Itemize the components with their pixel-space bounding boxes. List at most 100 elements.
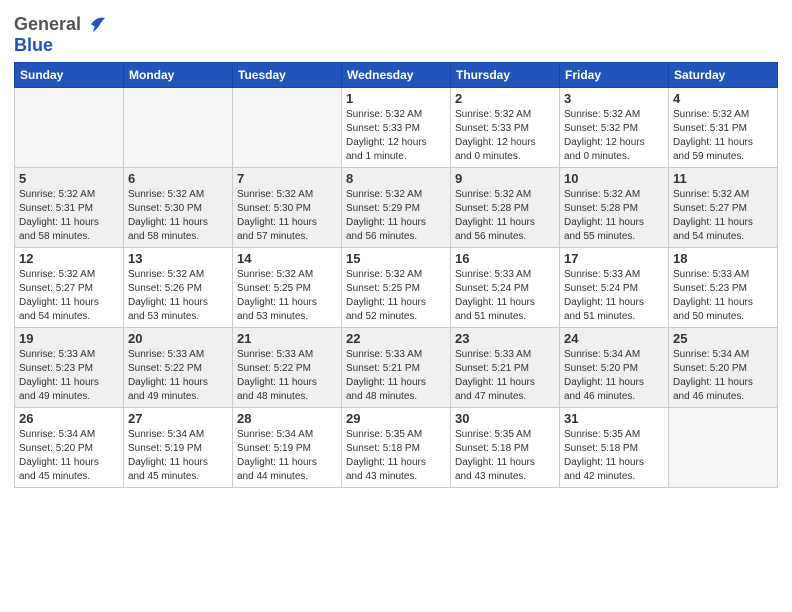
calendar-cell: 1 Sunrise: 5:32 AM Sunset: 5:33 PM Daylig… — [342, 88, 451, 168]
weekday-friday: Friday — [560, 63, 669, 88]
day-info: Sunrise: 5:32 AM Sunset: 5:32 PM Dayligh… — [564, 108, 664, 164]
calendar-cell: 27 Sunrise: 5:34 AM Sunset: 5:19 PM Dayli… — [124, 408, 233, 488]
day-number: 3 — [564, 91, 664, 106]
day-info: Sunrise: 5:32 AM Sunset: 5:30 PM Dayligh… — [128, 188, 228, 244]
weekday-thursday: Thursday — [451, 63, 560, 88]
calendar-cell — [15, 88, 124, 168]
day-info: Sunrise: 5:32 AM Sunset: 5:25 PM Dayligh… — [237, 268, 337, 324]
day-info: Sunrise: 5:33 AM Sunset: 5:22 PM Dayligh… — [237, 348, 337, 404]
day-number: 5 — [19, 171, 119, 186]
day-info: Sunrise: 5:33 AM Sunset: 5:21 PM Dayligh… — [455, 348, 555, 404]
day-number: 19 — [19, 331, 119, 346]
day-info: Sunrise: 5:32 AM Sunset: 5:26 PM Dayligh… — [128, 268, 228, 324]
day-info: Sunrise: 5:35 AM Sunset: 5:18 PM Dayligh… — [564, 428, 664, 484]
day-info: Sunrise: 5:33 AM Sunset: 5:23 PM Dayligh… — [673, 268, 773, 324]
calendar-cell: 10 Sunrise: 5:32 AM Sunset: 5:28 PM Dayli… — [560, 168, 669, 248]
page-container: General Blue SundayMondayTuesdayWednesda… — [0, 0, 792, 494]
day-number: 12 — [19, 251, 119, 266]
day-info: Sunrise: 5:32 AM Sunset: 5:31 PM Dayligh… — [673, 108, 773, 164]
day-info: Sunrise: 5:35 AM Sunset: 5:18 PM Dayligh… — [346, 428, 446, 484]
calendar-cell: 22Sunrise: 5:33 AM Sunset: 5:21 PM Dayli… — [342, 328, 451, 408]
calendar-cell: 5 Sunrise: 5:32 AM Sunset: 5:31 PM Daylig… — [15, 168, 124, 248]
day-number: 4 — [673, 91, 773, 106]
day-info: Sunrise: 5:34 AM Sunset: 5:19 PM Dayligh… — [237, 428, 337, 484]
weekday-sunday: Sunday — [15, 63, 124, 88]
day-number: 15 — [346, 251, 446, 266]
calendar-cell: 3 Sunrise: 5:32 AM Sunset: 5:32 PM Daylig… — [560, 88, 669, 168]
day-number: 13 — [128, 251, 228, 266]
day-number: 8 — [346, 171, 446, 186]
calendar-cell: 16 Sunrise: 5:33 AM Sunset: 5:24 PM Dayli… — [451, 248, 560, 328]
calendar-cell: 15 Sunrise: 5:32 AM Sunset: 5:25 PM Dayli… — [342, 248, 451, 328]
calendar-cell: 28 Sunrise: 5:34 AM Sunset: 5:19 PM Dayli… — [233, 408, 342, 488]
day-number: 6 — [128, 171, 228, 186]
day-number: 21 — [237, 331, 337, 346]
logo-general-text: General — [14, 14, 81, 35]
day-info: Sunrise: 5:34 AM Sunset: 5:20 PM Dayligh… — [673, 348, 773, 404]
day-number: 14 — [237, 251, 337, 266]
day-info: Sunrise: 5:32 AM Sunset: 5:28 PM Dayligh… — [564, 188, 664, 244]
calendar-cell: 21 Sunrise: 5:33 AM Sunset: 5:22 PM Dayli… — [233, 328, 342, 408]
weekday-saturday: Saturday — [669, 63, 778, 88]
day-number: 2 — [455, 91, 555, 106]
day-number: 16 — [455, 251, 555, 266]
calendar-cell — [124, 88, 233, 168]
day-number: 27 — [128, 411, 228, 426]
day-number: 11 — [673, 171, 773, 186]
calendar-cell: 31 Sunrise: 5:35 AM Sunset: 5:18 PM Dayli… — [560, 408, 669, 488]
logo-blue-text: Blue — [14, 35, 53, 56]
day-number: 31 — [564, 411, 664, 426]
day-number: 25 — [673, 331, 773, 346]
logo-bird-icon — [83, 14, 105, 32]
day-number: 20 — [128, 331, 228, 346]
calendar-table: SundayMondayTuesdayWednesdayThursdayFrid… — [14, 62, 778, 488]
calendar-week-4: 19Sunrise: 5:33 AM Sunset: 5:23 PM Dayli… — [15, 328, 778, 408]
calendar-cell: 4 Sunrise: 5:32 AM Sunset: 5:31 PM Daylig… — [669, 88, 778, 168]
day-info: Sunrise: 5:32 AM Sunset: 5:27 PM Dayligh… — [19, 268, 119, 324]
day-number: 22 — [346, 331, 446, 346]
weekday-header-row: SundayMondayTuesdayWednesdayThursdayFrid… — [15, 63, 778, 88]
calendar-cell: 29 Sunrise: 5:35 AM Sunset: 5:18 PM Dayli… — [342, 408, 451, 488]
calendar-cell: 25 Sunrise: 5:34 AM Sunset: 5:20 PM Dayli… — [669, 328, 778, 408]
day-info: Sunrise: 5:34 AM Sunset: 5:19 PM Dayligh… — [128, 428, 228, 484]
day-number: 26 — [19, 411, 119, 426]
calendar-cell: 7 Sunrise: 5:32 AM Sunset: 5:30 PM Daylig… — [233, 168, 342, 248]
calendar-cell: 2Sunrise: 5:32 AM Sunset: 5:33 PM Daylig… — [451, 88, 560, 168]
day-info: Sunrise: 5:32 AM Sunset: 5:30 PM Dayligh… — [237, 188, 337, 244]
day-number: 10 — [564, 171, 664, 186]
day-number: 30 — [455, 411, 555, 426]
calendar-cell: 6 Sunrise: 5:32 AM Sunset: 5:30 PM Daylig… — [124, 168, 233, 248]
calendar-cell: 30 Sunrise: 5:35 AM Sunset: 5:18 PM Dayli… — [451, 408, 560, 488]
day-info: Sunrise: 5:32 AM Sunset: 5:29 PM Dayligh… — [346, 188, 446, 244]
day-number: 29 — [346, 411, 446, 426]
calendar-cell: 26Sunrise: 5:34 AM Sunset: 5:20 PM Dayli… — [15, 408, 124, 488]
calendar-cell: 17Sunrise: 5:33 AM Sunset: 5:24 PM Dayli… — [560, 248, 669, 328]
day-info: Sunrise: 5:32 AM Sunset: 5:31 PM Dayligh… — [19, 188, 119, 244]
calendar-cell: 8 Sunrise: 5:32 AM Sunset: 5:29 PM Daylig… — [342, 168, 451, 248]
weekday-wednesday: Wednesday — [342, 63, 451, 88]
day-number: 7 — [237, 171, 337, 186]
weekday-tuesday: Tuesday — [233, 63, 342, 88]
day-number: 28 — [237, 411, 337, 426]
day-number: 18 — [673, 251, 773, 266]
weekday-monday: Monday — [124, 63, 233, 88]
calendar-cell: 20 Sunrise: 5:33 AM Sunset: 5:22 PM Dayli… — [124, 328, 233, 408]
day-info: Sunrise: 5:33 AM Sunset: 5:24 PM Dayligh… — [564, 268, 664, 324]
day-info: Sunrise: 5:32 AM Sunset: 5:25 PM Dayligh… — [346, 268, 446, 324]
calendar-cell — [233, 88, 342, 168]
calendar-week-2: 5 Sunrise: 5:32 AM Sunset: 5:31 PM Daylig… — [15, 168, 778, 248]
calendar-week-5: 26Sunrise: 5:34 AM Sunset: 5:20 PM Dayli… — [15, 408, 778, 488]
day-info: Sunrise: 5:32 AM Sunset: 5:33 PM Dayligh… — [346, 108, 446, 164]
day-info: Sunrise: 5:35 AM Sunset: 5:18 PM Dayligh… — [455, 428, 555, 484]
calendar-cell: 12 Sunrise: 5:32 AM Sunset: 5:27 PM Dayli… — [15, 248, 124, 328]
day-number: 1 — [346, 91, 446, 106]
day-info: Sunrise: 5:33 AM Sunset: 5:22 PM Dayligh… — [128, 348, 228, 404]
calendar-cell: 18 Sunrise: 5:33 AM Sunset: 5:23 PM Dayli… — [669, 248, 778, 328]
day-info: Sunrise: 5:32 AM Sunset: 5:28 PM Dayligh… — [455, 188, 555, 244]
day-number: 9 — [455, 171, 555, 186]
day-info: Sunrise: 5:32 AM Sunset: 5:27 PM Dayligh… — [673, 188, 773, 244]
day-info: Sunrise: 5:33 AM Sunset: 5:24 PM Dayligh… — [455, 268, 555, 324]
day-number: 24 — [564, 331, 664, 346]
calendar-cell: 13 Sunrise: 5:32 AM Sunset: 5:26 PM Dayli… — [124, 248, 233, 328]
calendar-week-3: 12 Sunrise: 5:32 AM Sunset: 5:27 PM Dayli… — [15, 248, 778, 328]
